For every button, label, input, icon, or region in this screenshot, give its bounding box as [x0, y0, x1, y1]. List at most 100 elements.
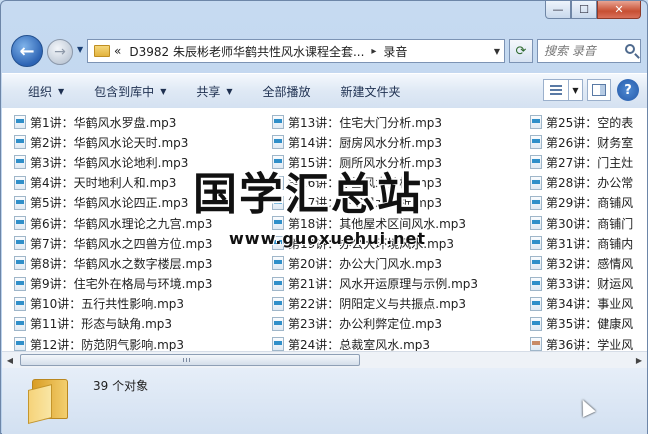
- audio-file-icon: [530, 155, 542, 170]
- file-item[interactable]: 第25讲：空的表: [518, 112, 633, 132]
- breadcrumb-overflow[interactable]: «: [114, 44, 121, 58]
- file-column-1: 第1讲：华鹤风水罗盘.mp3 第2讲：华鹤风水论天时.mp3 第3讲：华鹤风水论地利…: [2, 112, 212, 351]
- breadcrumb-parent[interactable]: D3982 朱辰彬老师华鹤共性风水课程全套...: [129, 43, 364, 60]
- file-item[interactable]: 第10讲：五行共性影响.mp3: [2, 294, 212, 314]
- file-item[interactable]: 第31讲：商铺内: [518, 233, 633, 253]
- file-item[interactable]: 第26讲：财务室: [518, 132, 633, 152]
- refresh-icon: ⟳: [515, 43, 527, 59]
- file-item[interactable]: 第33讲：财运风: [518, 274, 633, 294]
- audio-file-icon: [530, 256, 542, 271]
- file-item[interactable]: 第8讲：华鹤风水之数字楼层.mp3: [2, 253, 212, 273]
- breadcrumb-current[interactable]: 录音: [383, 43, 407, 60]
- audio-file-icon: [530, 135, 542, 150]
- file-name: 第7讲：华鹤风水之四兽方位.mp3: [30, 236, 213, 251]
- file-item[interactable]: 第34讲：事业风: [518, 294, 633, 314]
- file-item[interactable]: 第18讲：其他屋术区间风水.mp3: [260, 213, 478, 233]
- file-column-3: 第25讲：空的表第26讲：财务室第27讲：门主灶第28讲：办公常第29讲：商铺风…: [518, 112, 633, 351]
- file-item[interactable]: 第11讲：形态与缺角.mp3: [2, 314, 212, 334]
- preview-pane-button[interactable]: [587, 79, 611, 101]
- file-item[interactable]: 第27讲：门主灶: [518, 152, 633, 172]
- file-item[interactable]: 第23讲：办公利弊定位.mp3: [260, 314, 478, 334]
- address-history-dropdown[interactable]: ▼: [494, 47, 500, 56]
- audio-file-icon: [272, 236, 284, 251]
- new-folder-button[interactable]: 新建文件夹: [326, 79, 416, 103]
- file-name: 第26讲：财务室: [546, 135, 634, 150]
- organize-menu[interactable]: 组织 ▼: [2, 79, 79, 103]
- file-item[interactable]: 第7讲：华鹤风水之四兽方位.mp3: [2, 233, 212, 253]
- refresh-button[interactable]: ⟳: [509, 39, 533, 63]
- file-name: 第30讲：商铺门: [546, 216, 634, 231]
- file-item[interactable]: 第30讲：商铺门: [518, 213, 633, 233]
- recent-pages-dropdown[interactable]: ▼: [77, 45, 83, 54]
- file-item[interactable]: 第28讲：办公常: [518, 173, 633, 193]
- close-button[interactable]: ✕: [597, 1, 641, 19]
- file-name: 第33讲：财运风: [546, 277, 634, 292]
- file-item[interactable]: 第22讲：阴阳定义与共振点.mp3: [260, 294, 478, 314]
- maximize-button[interactable]: ☐: [571, 1, 597, 19]
- scroll-left-button[interactable]: ◀: [2, 352, 18, 368]
- file-name: 第23讲：办公利弊定位.mp3: [288, 317, 443, 332]
- scroll-thumb[interactable]: [20, 354, 360, 366]
- file-item[interactable]: 第21讲：风水开运原理与示例.mp3: [260, 274, 478, 294]
- file-name: 第22讲：阴阳定义与共振点.mp3: [288, 297, 467, 312]
- include-in-library-menu[interactable]: 包含到库中 ▼: [79, 79, 181, 103]
- search-input[interactable]: [538, 43, 622, 59]
- file-item[interactable]: 第29讲：商铺风: [518, 193, 633, 213]
- file-item[interactable]: 第1讲：华鹤风水罗盘.mp3: [2, 112, 212, 132]
- forward-button[interactable]: →: [47, 39, 73, 65]
- help-button[interactable]: ?: [617, 79, 639, 101]
- file-item[interactable]: 第16讲：厅堂风水分析.mp3: [260, 173, 478, 193]
- horizontal-scrollbar[interactable]: ◀ ▶: [2, 351, 647, 368]
- file-name: 第8讲：华鹤风水之数字楼层.mp3: [30, 256, 213, 271]
- file-item[interactable]: 第5讲：华鹤风水论四正.mp3: [2, 193, 212, 213]
- file-item[interactable]: 第24讲：总裁室风水.mp3: [260, 334, 478, 351]
- file-item[interactable]: 第4讲：天时地利人和.mp3: [2, 173, 212, 193]
- audio-file-icon: [14, 256, 26, 271]
- file-item[interactable]: 第17讲：卧室风水分析.mp3: [260, 193, 478, 213]
- file-name: 第6讲：华鹤风水理论之九宫.mp3: [30, 216, 213, 231]
- search-icon[interactable]: [625, 44, 635, 54]
- file-item[interactable]: 第12讲：防范阴气影响.mp3: [2, 334, 212, 351]
- file-name: 第31讲：商铺内: [546, 236, 634, 251]
- audio-file-icon: [272, 337, 284, 351]
- play-all-button[interactable]: 全部播放: [248, 79, 326, 103]
- audio-file-icon: [14, 155, 26, 170]
- file-item[interactable]: 第32讲：感情风: [518, 253, 633, 273]
- file-item[interactable]: 第35讲：健康风: [518, 314, 633, 334]
- share-menu[interactable]: 共享 ▼: [181, 79, 247, 103]
- audio-file-icon: [272, 195, 284, 210]
- audio-file-icon: [272, 216, 284, 231]
- file-item[interactable]: 第6讲：华鹤风水理论之九宫.mp3: [2, 213, 212, 233]
- file-name: 第21讲：风水开运原理与示例.mp3: [288, 277, 479, 292]
- scroll-right-button[interactable]: ▶: [631, 352, 647, 368]
- file-name: 第35讲：健康风: [546, 317, 634, 332]
- details-pane: 39 个对象: [2, 368, 647, 434]
- minimize-button[interactable]: —: [545, 1, 571, 19]
- address-bar[interactable]: « D3982 朱辰彬老师华鹤共性风水课程全套... ▸ 录音 ▼: [87, 39, 505, 63]
- file-item[interactable]: 第3讲：华鹤风水论地利.mp3: [2, 152, 212, 172]
- audio-file-icon: [14, 337, 26, 351]
- file-name: 第28讲：办公常: [546, 176, 634, 191]
- back-button[interactable]: ←: [11, 35, 43, 67]
- audio-file-icon: [530, 216, 542, 231]
- file-name: 第36讲：学业风: [546, 337, 634, 351]
- file-item[interactable]: 第14讲：厨房风水分析.mp3: [260, 132, 478, 152]
- file-item[interactable]: 第20讲：办公大门风水.mp3: [260, 253, 478, 273]
- include-library-label: 包含到库中: [94, 84, 155, 99]
- file-item[interactable]: 第19讲：办公大环境风水.mp3: [260, 233, 478, 253]
- view-options-dropdown[interactable]: ▼: [569, 79, 583, 101]
- folder-icon: [26, 375, 74, 424]
- file-item[interactable]: 第2讲：华鹤风水论天时.mp3: [2, 132, 212, 152]
- file-item[interactable]: 第9讲：住宅外在格局与环境.mp3: [2, 274, 212, 294]
- change-view-button[interactable]: [543, 79, 569, 101]
- audio-file-icon: [272, 316, 284, 331]
- file-item[interactable]: 第13讲：住宅大门分析.mp3: [260, 112, 478, 132]
- breadcrumb-separator-icon[interactable]: ▸: [371, 46, 376, 57]
- file-item[interactable]: 第15讲：厕所风水分析.mp3: [260, 152, 478, 172]
- file-item[interactable]: 第36讲：学业风: [518, 334, 633, 351]
- file-name: 第4讲：天时地利人和.mp3: [30, 176, 177, 191]
- file-name: 第20讲：办公大门风水.mp3: [288, 256, 443, 271]
- view-controls: ▼ ?: [543, 79, 639, 101]
- audio-file-icon: [14, 216, 26, 231]
- list-view-icon: [550, 85, 562, 95]
